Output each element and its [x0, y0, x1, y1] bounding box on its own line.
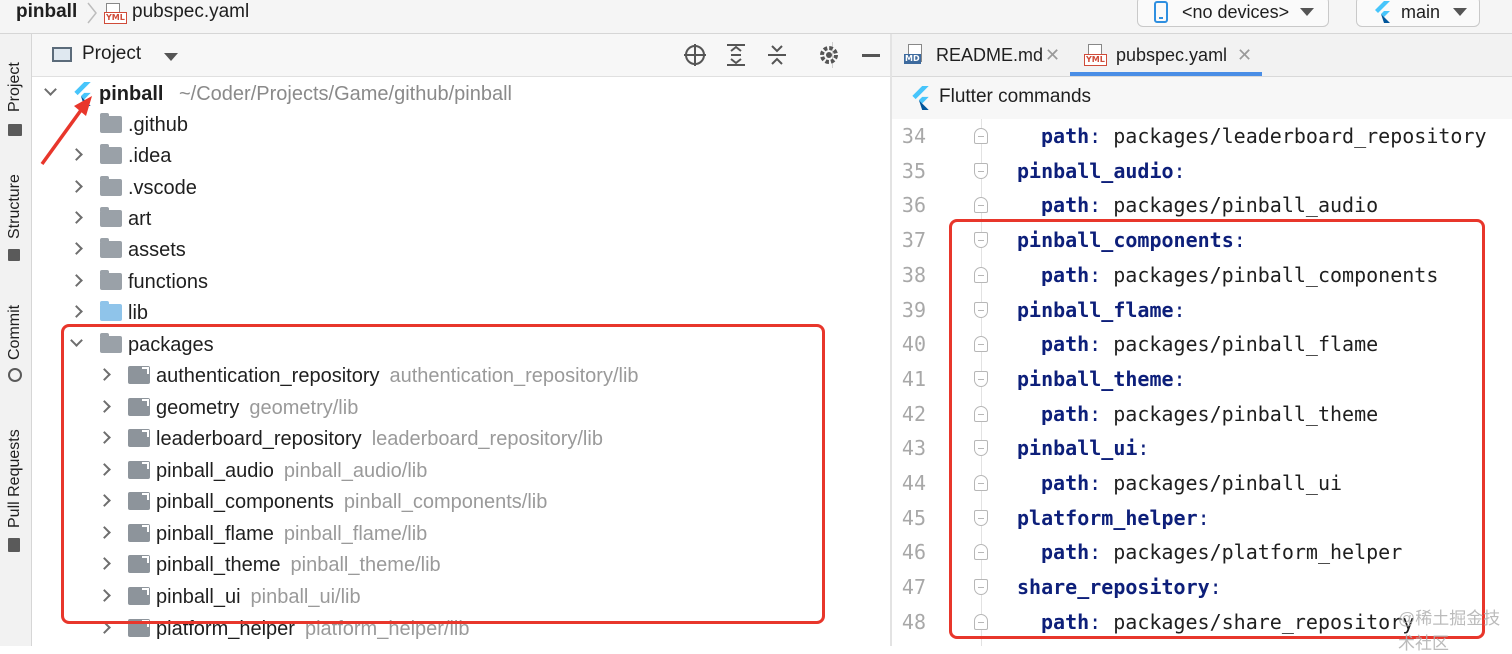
line-number: 44: [901, 471, 926, 495]
tree-item[interactable]: assets: [32, 235, 890, 265]
highlight-box-dependencies: [949, 219, 1485, 639]
chevron-right-icon[interactable]: [70, 180, 83, 193]
folder-icon: [100, 270, 122, 290]
line-number: 45: [901, 505, 926, 530]
navigation-bar: pinball YML pubspec.yaml <no devices> ma…: [0, 0, 1512, 34]
fold-marker-icon[interactable]: [974, 162, 988, 179]
chevron-right-icon[interactable]: [70, 211, 83, 224]
active-tab-indicator: [1070, 72, 1262, 76]
project-view-selector[interactable]: Project: [82, 43, 141, 65]
yaml-key: pinball_audio: [1017, 158, 1174, 183]
tree-item[interactable]: .vscode: [32, 173, 890, 203]
code-line[interactable]: 34 path: packages/leaderboard_repository: [892, 119, 1512, 154]
flutter-commands-bar[interactable]: Flutter commands: [892, 77, 1512, 120]
fold-marker-icon[interactable]: [974, 197, 988, 214]
yaml-colon: :: [1089, 124, 1102, 148]
line-number: 34: [901, 124, 926, 148]
tool-window-strip: Project Structure Commit Pull Requests: [0, 34, 32, 646]
yaml-value: packages/pinball_audio: [1101, 193, 1379, 218]
breadcrumb-file[interactable]: pubspec.yaml: [132, 0, 249, 24]
chevron-right-icon[interactable]: [70, 305, 83, 318]
code-text: path: packages/pinball_audio: [1041, 188, 1378, 222]
line-number: 39: [901, 297, 926, 322]
folder-icon: [100, 113, 122, 133]
expand-all-icon[interactable]: [724, 43, 748, 67]
device-selector[interactable]: <no devices>: [1137, 0, 1329, 27]
line-number: 48: [901, 609, 926, 634]
code-line[interactable]: 35 pinball_audio:: [892, 154, 1512, 189]
editor-tab-bar: MD README.md ✕ YML pubspec.yaml ✕: [892, 34, 1512, 77]
commit-tool-tab[interactable]: Commit: [0, 294, 31, 394]
yaml-colon: :: [1173, 158, 1186, 183]
line-number: 43: [901, 436, 926, 461]
tab-readme[interactable]: MD README.md ✕: [904, 34, 1072, 76]
tree-item[interactable]: art: [32, 204, 890, 234]
branch-label: main: [1401, 2, 1441, 22]
flutter-icon: [912, 86, 929, 110]
line-number: 42: [901, 401, 926, 426]
flutter-commands-label: Flutter commands: [939, 86, 1092, 107]
code-text: pinball_audio:: [1017, 154, 1186, 188]
line-number: 35: [901, 158, 926, 183]
chevron-right-icon[interactable]: [70, 242, 83, 255]
folder-icon: [100, 238, 122, 258]
yaml-key: path: [1041, 193, 1090, 218]
line-number: 46: [901, 540, 926, 565]
line-number: 37: [901, 228, 926, 253]
tree-item[interactable]: .idea: [32, 141, 890, 171]
commit-icon: [8, 368, 22, 382]
branch-selector[interactable]: main: [1356, 0, 1480, 27]
tree-root[interactable]: pinball ~/Coder/Projects/Game/github/pin…: [32, 79, 890, 109]
source-folder-icon: [100, 301, 122, 321]
idea-folder-icon: [100, 144, 122, 164]
project-window-icon: [52, 47, 72, 62]
chevron-down-icon: [1453, 8, 1467, 16]
folder-icon: [100, 176, 122, 196]
tree-item[interactable]: functions: [32, 267, 890, 297]
tab-pubspec[interactable]: YML pubspec.yaml ✕: [1082, 34, 1262, 76]
line-number: 41: [901, 366, 926, 391]
line-number: 38: [901, 262, 926, 287]
device-selector-label: <no devices>: [1182, 2, 1290, 22]
breadcrumb-project[interactable]: pinball: [16, 0, 77, 24]
breadcrumb-separator-icon: [87, 2, 97, 24]
line-number: 40: [901, 332, 926, 357]
watermark: @稀土掘金技术社区: [1398, 609, 1501, 653]
fold-marker-icon[interactable]: [974, 128, 988, 144]
root-name: pinball: [99, 83, 164, 105]
phone-icon: [1154, 1, 1168, 23]
project-panel-header: Project: [32, 34, 890, 77]
gear-icon[interactable]: [817, 43, 841, 67]
structure-tool-tab[interactable]: Structure: [0, 159, 31, 269]
red-arrow-annotation: [40, 96, 92, 166]
line-number: 36: [901, 193, 926, 218]
chevron-right-icon[interactable]: [70, 274, 83, 287]
chevron-down-icon: [1300, 8, 1314, 16]
pull-requests-tool-tab[interactable]: Pull Requests: [0, 414, 31, 564]
close-icon[interactable]: ✕: [1237, 34, 1252, 76]
folder-icon: [100, 207, 122, 227]
highlight-box-packages: [61, 324, 825, 624]
yaml-key: path: [1041, 124, 1090, 148]
root-path: ~/Coder/Projects/Game/github/pinball: [179, 83, 512, 105]
line-number: 47: [901, 575, 926, 600]
locate-file-icon[interactable]: [683, 43, 707, 67]
pull-request-icon: [8, 538, 20, 552]
project-tool-tab[interactable]: Project: [0, 44, 31, 144]
tree-item[interactable]: .github: [32, 110, 890, 140]
chevron-down-icon[interactable]: [164, 53, 178, 61]
yaml-colon: :: [1089, 193, 1102, 218]
close-icon[interactable]: ✕: [1045, 34, 1060, 76]
collapse-all-icon[interactable]: [765, 43, 789, 67]
structure-icon: [8, 249, 20, 261]
code-text: path: packages/leaderboard_repository: [1041, 119, 1487, 153]
folder-icon: [8, 124, 22, 136]
yaml-value: packages/leaderboard_repository: [1101, 124, 1487, 148]
flutter-icon: [1375, 1, 1390, 23]
code-line[interactable]: 36 path: packages/pinball_audio: [892, 188, 1512, 223]
minimize-icon[interactable]: [862, 54, 880, 57]
